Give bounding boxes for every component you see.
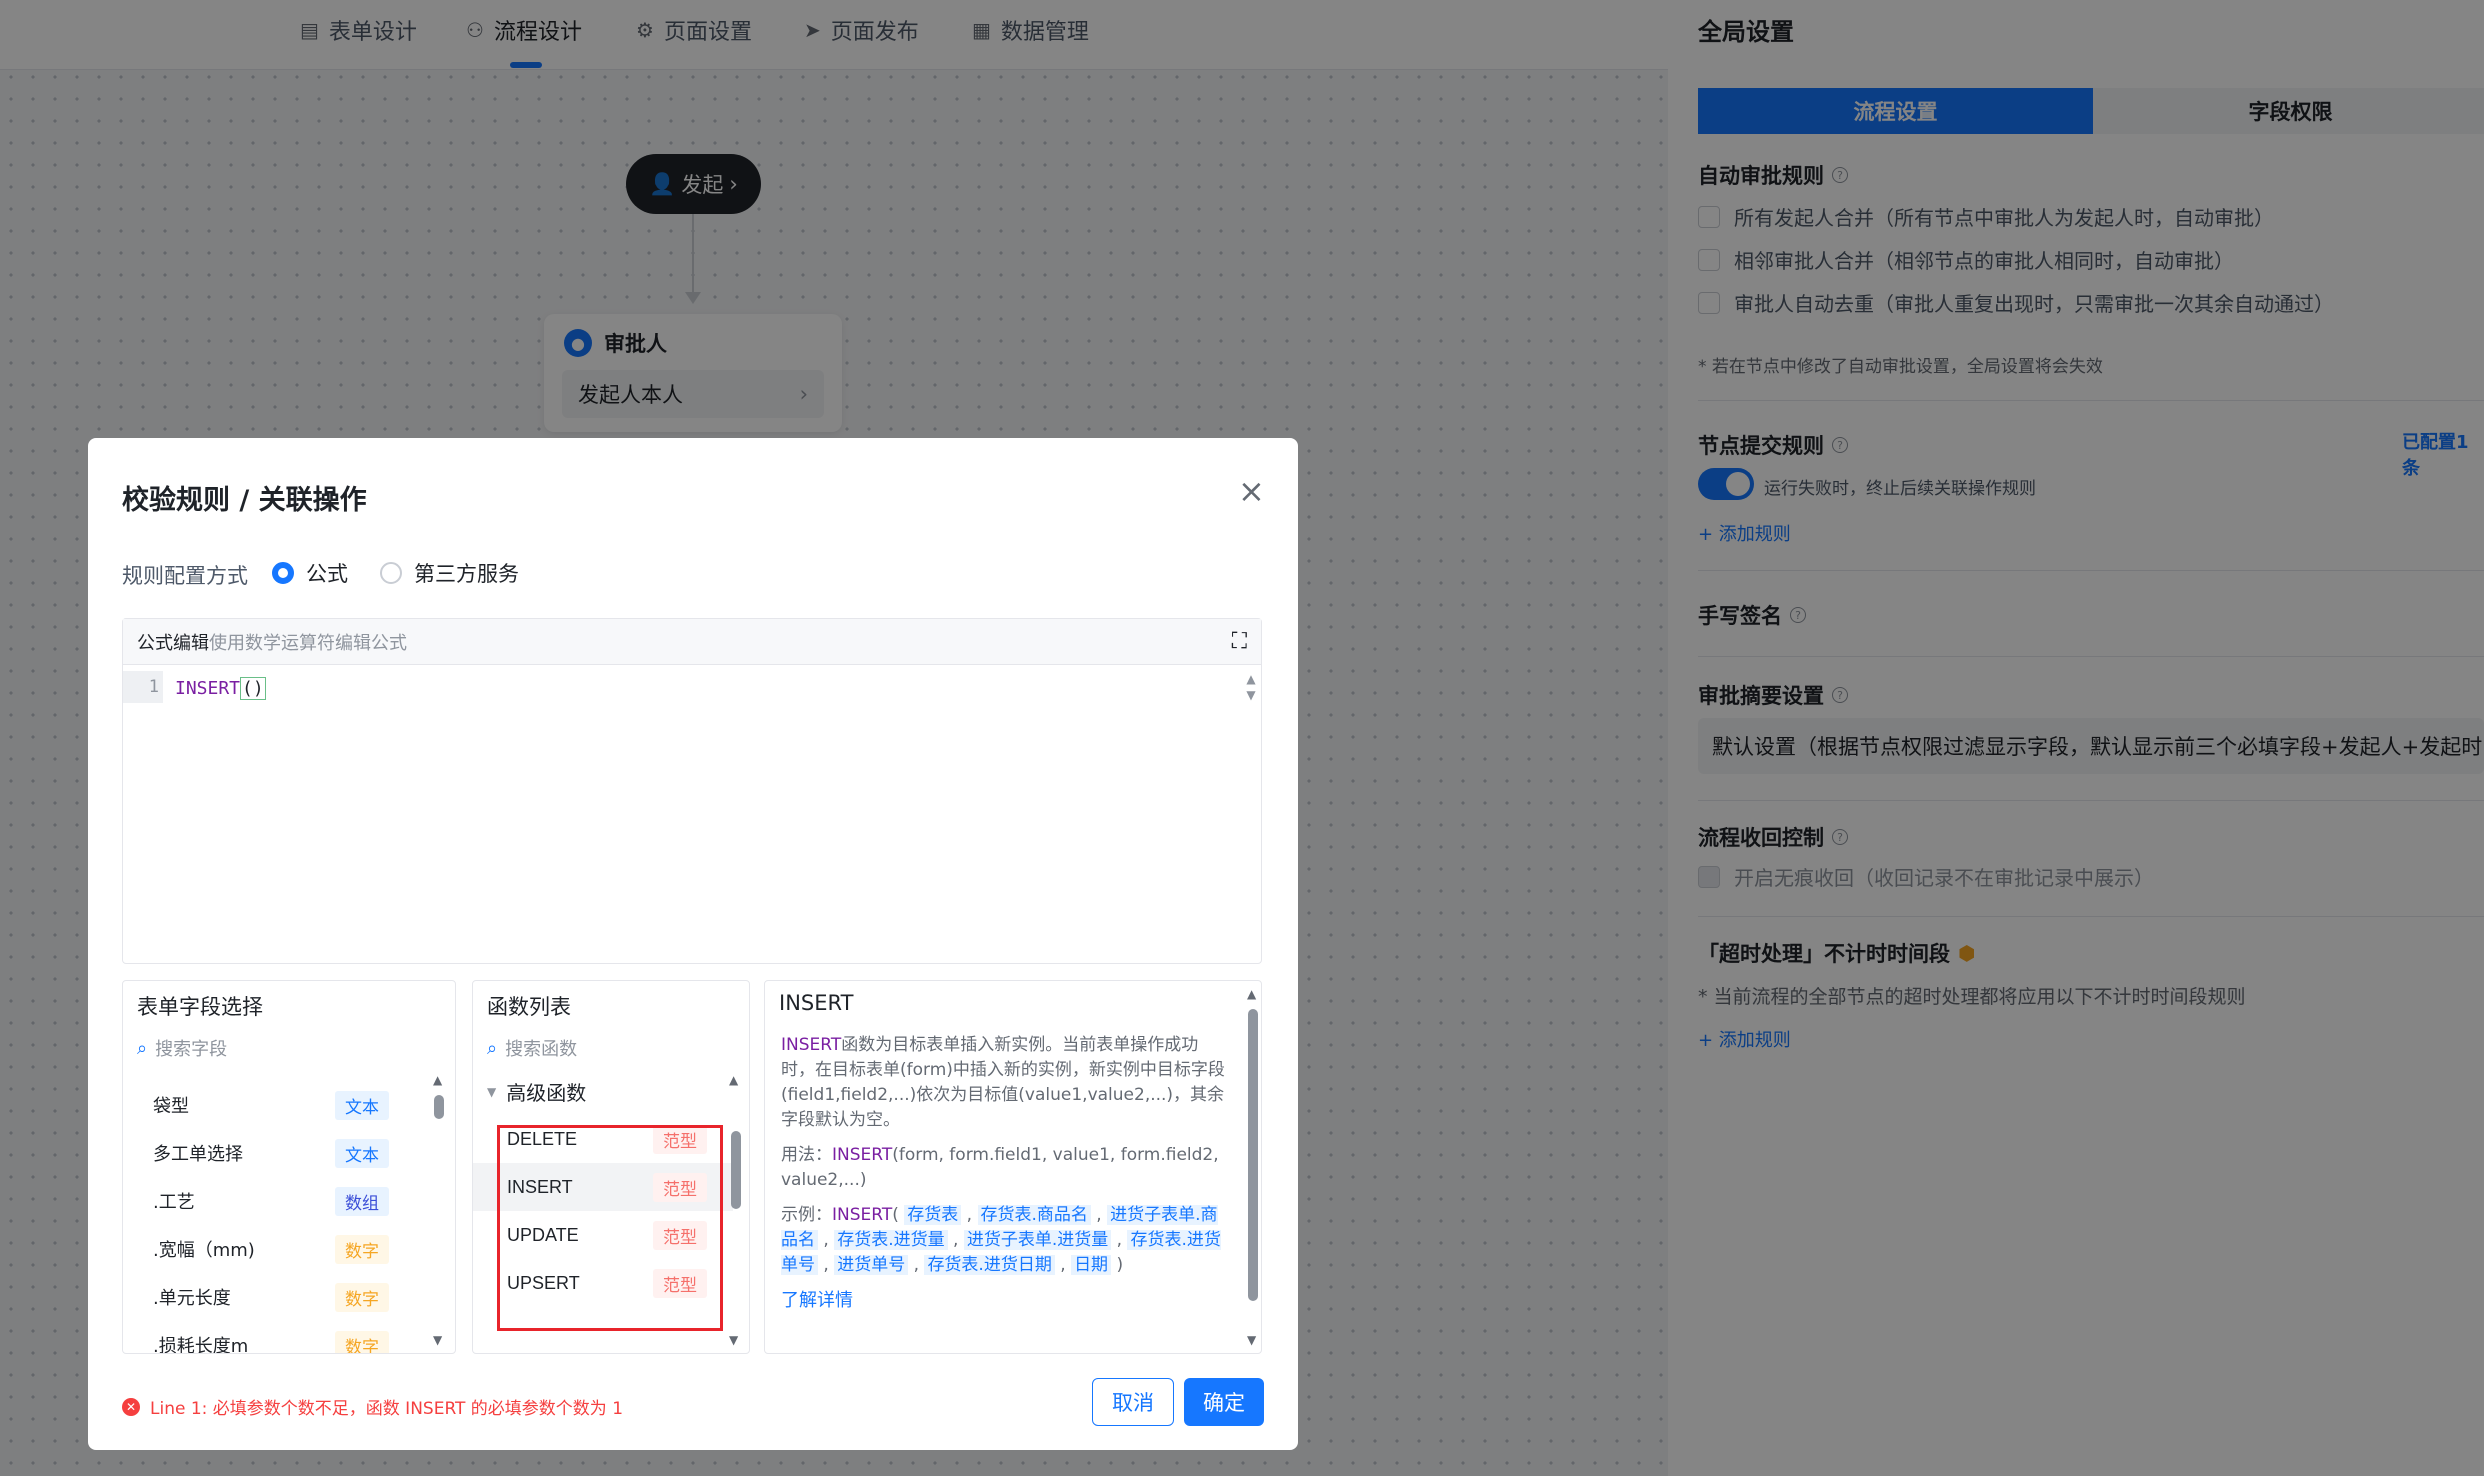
field-item[interactable]: .工艺 数组 [123, 1177, 423, 1225]
field-item[interactable]: 多工单选择 文本 [123, 1129, 423, 1177]
radio-checked[interactable] [272, 562, 294, 584]
scroll-down-icon[interactable]: ▼ [433, 1333, 442, 1347]
caret-down-icon: ▼ [487, 1084, 497, 1099]
scroll-down-icon[interactable]: ▼ [729, 1333, 738, 1347]
line-gutter: 1 [123, 665, 167, 963]
search-icon: ⌕ [487, 1037, 498, 1059]
field-selector: 表单字段选择 ⌕ 搜索字段 袋型 文本 多工单选择 文本 .工艺 数组 .宽幅（mm) 数… [122, 980, 456, 1354]
field-search-input[interactable]: ⌕ 搜索字段 [137, 1035, 227, 1061]
formula-editor[interactable]: 公式编辑 使用数学运算符编辑公式 ⛶ 1 INSERT() ▲ ▼ [122, 618, 1262, 964]
confirm-button[interactable]: 确定 [1184, 1378, 1264, 1426]
field-item[interactable]: 袋型 文本 [123, 1081, 423, 1129]
field-item[interactable]: .单元长度 数字 [123, 1273, 423, 1321]
detail-title: INSERT [779, 991, 854, 1015]
scroll-up-icon[interactable]: ▲ [1247, 987, 1256, 1001]
search-icon: ⌕ [137, 1037, 148, 1059]
fullscreen-icon[interactable]: ⛶ [1232, 629, 1247, 654]
modal-title: 校验规则 / 关联操作 [122, 485, 367, 516]
error-message: ✕ Line 1: 必填参数个数不足，函数 INSERT 的必填参数个数为 1 [122, 1394, 623, 1419]
scroll-down-icon[interactable]: ▼ [1247, 1333, 1256, 1347]
code-line[interactable]: INSERT() [175, 673, 266, 705]
scroll-up-icon[interactable]: ▲ [433, 1073, 442, 1087]
function-group-advanced[interactable]: ▼ 高级函数 [487, 1077, 586, 1106]
field-scrollbar[interactable] [434, 1095, 444, 1119]
function-search-input[interactable]: ⌕ 搜索函数 [487, 1035, 577, 1061]
function-scrollbar[interactable] [731, 1131, 741, 1209]
field-item[interactable]: .宽幅（mm) 数字 [123, 1225, 423, 1273]
radio-unchecked[interactable] [380, 562, 402, 584]
editor-scrollbar[interactable]: ▲ ▼ [1245, 671, 1257, 703]
learn-more-link[interactable]: 了解详情 [781, 1290, 853, 1311]
error-icon: ✕ [122, 1397, 140, 1416]
scroll-up-icon[interactable]: ▲ [729, 1073, 738, 1087]
radio-third-party[interactable]: 第三方服务 [380, 558, 519, 588]
radio-formula[interactable]: 公式 [272, 558, 348, 588]
mode-label: 规则配置方式 [122, 564, 248, 588]
function-detail: INSERT INSERT函数为目标表单插入新实例。当前表单操作成功时，在目标表… [764, 980, 1262, 1354]
highlight-box [497, 1125, 723, 1331]
close-icon[interactable]: × [1238, 472, 1265, 510]
detail-description: INSERT函数为目标表单插入新实例。当前表单操作成功时，在目标表单(form)… [781, 1035, 1225, 1311]
field-item[interactable]: .损耗长度m 数字 [123, 1321, 423, 1353]
detail-scrollbar[interactable] [1248, 1009, 1258, 1301]
validation-rule-modal: 校验规则 / 关联操作 × 规则配置方式 公式 第三方服务 公式编辑 使用数学运算… [88, 438, 1298, 1450]
cancel-button[interactable]: 取消 [1092, 1378, 1174, 1426]
